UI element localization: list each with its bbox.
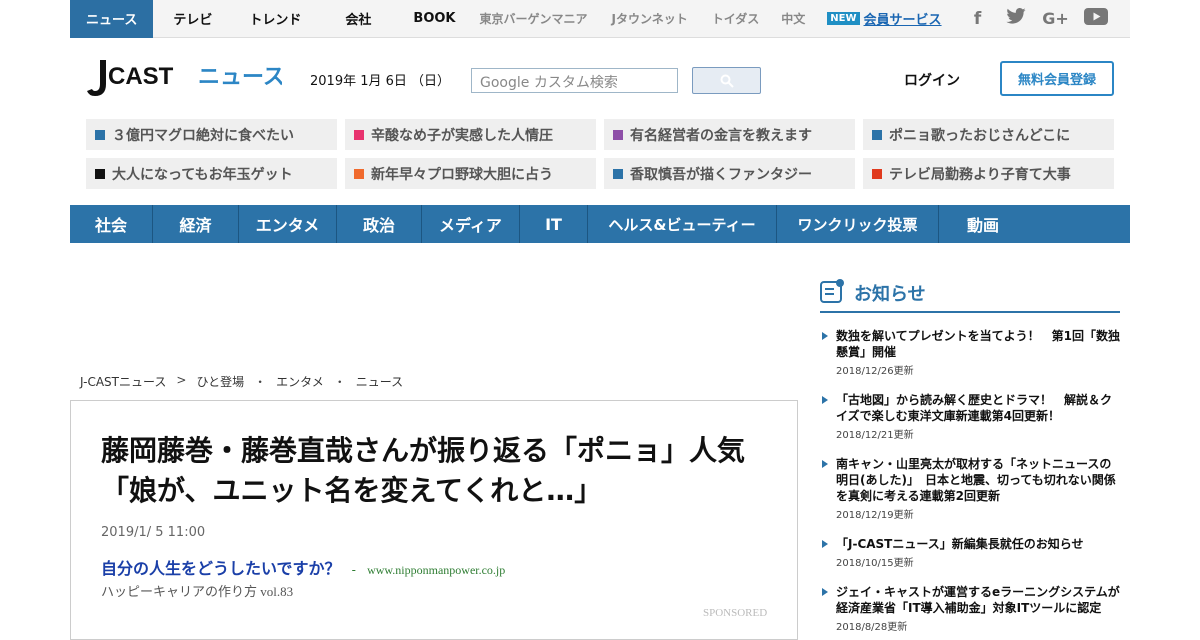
topic-label: 有名経営者の金言を教えます (630, 127, 812, 144)
notice-title: お知らせ (854, 284, 926, 305)
ad-url[interactable]: www.nipponmanpower.co.jp (367, 563, 505, 577)
topic-tile[interactable]: 辛酸なめ子が実感した人情圧 (345, 119, 596, 150)
topic-square-icon (95, 129, 105, 140)
topnav-item-company[interactable]: 会社 (323, 0, 405, 38)
breadcrumb-separator: ・ (333, 375, 346, 389)
topic-label: 新年早々プロ野球大胆に占う (371, 166, 553, 183)
topic-label: ３億円マグロ絶対に食べたい (112, 127, 294, 144)
notice-item[interactable]: 南キャン・山里亮太が取材する「ネットニュースの明日(あした)」 日本と地震、切っ… (820, 456, 1120, 521)
notice-item-date: 2018/8/28更新 (836, 622, 908, 633)
breadcrumb-item-people[interactable]: ひと登場 (196, 373, 244, 390)
article-date: 2019/1/ 5 11:00 (101, 525, 206, 540)
notice-item-title[interactable]: 数独を解いてプレゼントを当てよう！ 第1回「数独懸賞」開催 (820, 328, 1120, 360)
category-it[interactable]: IT (520, 205, 588, 243)
ad-title[interactable]: 自分の人生をどうしたいですか？ (101, 559, 341, 578)
search-icon (720, 74, 734, 88)
category-navigation: 社会 経済 エンタメ 政治 メディア IT ヘルス&ビューティー ワンクリック投… (70, 205, 1130, 243)
topnav-item-chinese[interactable]: 中文 (771, 0, 817, 38)
twitter-icon[interactable] (1004, 8, 1028, 29)
google-plus-icon[interactable]: G+ (1042, 9, 1070, 28)
topic-tile[interactable]: 新年早々プロ野球大胆に占う (345, 158, 596, 189)
top-navigation: ニュース テレビ トレンド 会社 BOOK 東京バーゲンマニア Jタウンネット … (70, 0, 1130, 38)
topnav-item-book[interactable]: BOOK (405, 0, 475, 38)
topic-label: 香取慎吾が描くファンタジー (630, 166, 812, 183)
new-badge: NEW (827, 12, 860, 25)
breadcrumb: J-CASTニュース > ひと登場 ・ エンタメ ・ ニュース (80, 373, 403, 390)
topic-tile[interactable]: 有名経営者の金言を教えます (604, 119, 855, 150)
breadcrumb-item-home[interactable]: J-CASTニュース (80, 373, 166, 390)
category-economy[interactable]: 経済 (153, 205, 239, 243)
notice-item-title[interactable]: 南キャン・山里亮太が取材する「ネットニュースの明日(あした)」 日本と地震、切っ… (820, 456, 1120, 504)
member-service[interactable]: NEW 会員サービス (817, 9, 951, 28)
notice-item-date: 2018/12/19更新 (836, 510, 914, 521)
topnav-item-toidas[interactable]: トイダス (700, 0, 772, 38)
notice-item-title[interactable]: 「古地図」から読み解く歴史とドラマ！ 解説＆クイズで楽しむ東洋文庫新連載第4回更… (820, 392, 1120, 424)
member-service-link[interactable]: 会員サービス (864, 9, 942, 28)
topic-tile[interactable]: 香取慎吾が描くファンタジー (604, 158, 855, 189)
topic-label: 大人になってもお年玉ゲット (112, 166, 293, 183)
breadcrumb-item-news[interactable]: ニュース (356, 373, 403, 390)
topic-tile[interactable]: テレビ局勤務より子育て大事 (863, 158, 1114, 189)
category-video[interactable]: 動画 (939, 205, 1027, 243)
jcast-news-logo[interactable]: CAST ニュース (86, 58, 285, 100)
article-card: 藤岡藤巻・藤巻直哉さんが振り返る「ポニョ」人気 「娘が、ユニット名を変えてくれと… (70, 400, 798, 640)
topic-square-icon (613, 168, 623, 179)
topic-label: 辛酸なめ子が実感した人情圧 (371, 127, 553, 144)
notice-item[interactable]: ジェイ・キャストが運営するeラーニングシステムが経済産業省「IT導入補助金」対象… (820, 584, 1120, 633)
notice-item[interactable]: 「古地図」から読み解く歴史とドラマ！ 解説＆クイズで楽しむ東洋文庫新連載第4回更… (820, 392, 1120, 441)
category-politics[interactable]: 政治 (337, 205, 422, 243)
topic-label: ポニョ歌ったおじさんどこに (889, 127, 1071, 144)
topic-square-icon (613, 129, 623, 140)
topic-tile[interactable]: ポニョ歌ったおじさんどこに (863, 119, 1114, 150)
breadcrumb-separator: > (176, 373, 187, 387)
youtube-icon[interactable] (1083, 7, 1108, 30)
register-button[interactable]: 無料会員登録 (1000, 61, 1114, 96)
ad-separator: - (351, 563, 356, 577)
notice-item-title[interactable]: 「J-CASTニュース」新編集長就任のお知らせ (820, 536, 1120, 552)
topic-square-icon (95, 168, 105, 179)
login-link[interactable]: ログイン (904, 70, 960, 90)
notice-item[interactable]: 「J-CASTニュース」新編集長就任のお知らせ 2018/10/15更新 (820, 536, 1120, 569)
ad-description: ハッピーキャリアの作り方 vol.83 (101, 584, 294, 599)
notice-item-date: 2018/12/21更新 (836, 430, 914, 441)
notice-item[interactable]: 数独を解いてプレゼントを当てよう！ 第1回「数独懸賞」開催 2018/12/26… (820, 328, 1120, 377)
article-title: 藤岡藤巻・藤巻直哉さんが振り返る「ポニョ」人気 「娘が、ユニット名を変えてくれと… (101, 434, 774, 507)
category-one-click-vote[interactable]: ワンクリック投票 (777, 205, 939, 243)
topnav-item-tv[interactable]: テレビ (153, 0, 231, 38)
search-input[interactable]: Google カスタム検索 (471, 68, 678, 93)
category-society[interactable]: 社会 (70, 205, 153, 243)
notice-item-date: 2018/10/15更新 (836, 558, 914, 569)
logo-cast-text: CAST (108, 63, 174, 90)
topic-tile[interactable]: 大人になってもお年玉ゲット (86, 158, 337, 189)
category-entertainment[interactable]: エンタメ (239, 205, 337, 243)
notice-icon (820, 278, 846, 308)
current-date: 2019年 1月 6日 （日） (310, 74, 451, 89)
sponsored-label: SPONSORED (703, 607, 768, 619)
logo-news-text: ニュース (198, 65, 282, 90)
facebook-icon[interactable]: f (966, 9, 990, 29)
topic-square-icon (354, 168, 364, 179)
notice-item-title[interactable]: ジェイ・キャストが運営するeラーニングシステムが経済産業省「IT導入補助金」対象… (820, 584, 1120, 616)
topnav-item-news[interactable]: ニュース (70, 0, 154, 38)
topic-square-icon (872, 129, 882, 140)
topic-label: テレビ局勤務より子育て大事 (889, 166, 1071, 183)
topnav-item-tokyo-bargain[interactable]: 東京バーゲンマニア (476, 0, 602, 38)
social-links: f G+ (966, 7, 1108, 30)
notice-item-date: 2018/12/26更新 (836, 366, 914, 377)
topnav-item-trend[interactable]: トレンド (231, 0, 323, 38)
topnav-item-jtown[interactable]: Jタウンネット (602, 0, 700, 38)
search-button[interactable] (692, 67, 761, 94)
sponsored-ad[interactable]: 自分の人生をどうしたいですか？ - www.nipponmanpower.co.… (101, 555, 505, 579)
breadcrumb-item-entertainment[interactable]: エンタメ (276, 373, 324, 390)
breadcrumb-separator: ・ (254, 375, 267, 389)
topic-tile[interactable]: ３億円マグロ絶対に食べたい (86, 119, 337, 150)
topic-square-icon (872, 168, 882, 179)
category-health-beauty[interactable]: ヘルス&ビューティー (588, 205, 777, 243)
notice-header: お知らせ (820, 278, 1120, 313)
topic-square-icon (354, 129, 364, 140)
category-media[interactable]: メディア (422, 205, 520, 243)
